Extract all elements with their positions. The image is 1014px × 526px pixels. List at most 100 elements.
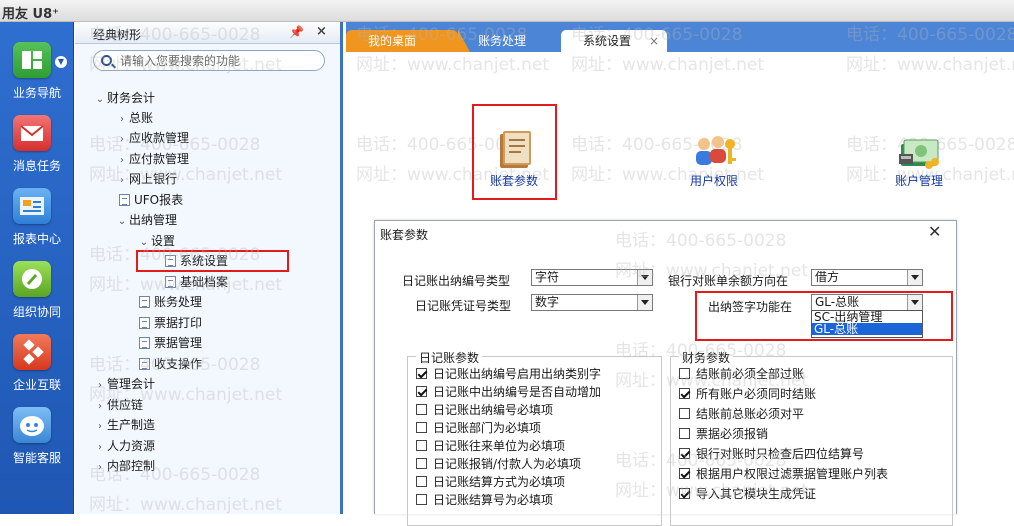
nav-org-collab[interactable]: 组织协同 [0, 261, 74, 331]
collapse-arrow-icon[interactable]: › [93, 417, 107, 437]
function-account-management[interactable]: 账户管理 [879, 128, 959, 218]
tree-item-ufo[interactable]: UFO报表 [119, 190, 183, 210]
nav-business-nav[interactable]: ▼ 业务导航 [0, 42, 74, 112]
document-icon [139, 296, 150, 308]
watermark-text: 电话：400-665-0028 [615, 451, 787, 471]
org-collab-icon [13, 261, 51, 297]
nav-smart-service[interactable]: 智能客服 [0, 407, 74, 477]
collapse-arrow-icon[interactable]: › [93, 438, 107, 458]
document-icon [119, 194, 130, 206]
checkbox[interactable] [416, 386, 427, 397]
tree-item-cashier[interactable]: ⌄ 出纳管理 [115, 210, 177, 230]
nav-message-task[interactable]: 消息任务 [0, 115, 74, 185]
journal-voucher-type-select[interactable]: 数字 [531, 294, 653, 311]
option-journal-5[interactable]: 日记账报销/付款人为必填项 [416, 455, 581, 473]
nav-rail: ▼ 业务导航 消息任务 报表中心 组织协同 企业互联 智能客服 [0, 22, 74, 514]
checkbox[interactable] [679, 408, 690, 419]
tree-item-bill-print[interactable]: 票据打印 [139, 313, 202, 333]
option-finance-3[interactable]: 票据必须报销 [679, 425, 768, 443]
checkbox[interactable] [416, 422, 427, 433]
red-highlight-box [472, 104, 557, 200]
tree-panel: 经典树形 📌 × ⌄财务会计 ›总账 ›应收款管理 ›应付款管理 ›网上银行 U… [75, 22, 343, 515]
nav-label: 企业互联 [12, 378, 61, 392]
expand-arrow-icon[interactable]: ⌄ [115, 212, 129, 232]
chevron-down-icon[interactable]: ▼ [55, 56, 67, 68]
watermark-text: 电话：400-665-0028 [571, 25, 743, 45]
function-label: 账户管理 [894, 174, 943, 188]
option-journal-0[interactable]: 日记账出纳编号启用出纳类别字 [416, 365, 601, 383]
collapse-arrow-icon[interactable]: › [115, 110, 129, 130]
chevron-down-icon[interactable] [637, 295, 652, 310]
watermark-text: 网址：www.chanjet.net [615, 261, 809, 281]
red-highlight-box [695, 291, 953, 341]
function-user-permission[interactable]: 用户权限 [674, 128, 754, 218]
watermark-text: 网址：www.chanjet.net [89, 385, 283, 405]
tree-item-hr[interactable]: › 人力资源 [93, 436, 155, 456]
checkbox[interactable] [416, 494, 427, 505]
tree-item-gl[interactable]: › 总账 [115, 108, 153, 128]
account-params-dialog: 账套参数 ✕ 日记账出纳编号类型 字符 日记账凭证号类型 数字 银行对账单余额方… [374, 220, 957, 526]
function-label: 用户权限 [689, 174, 738, 188]
nav-enterprise-link[interactable]: 企业互联 [0, 334, 74, 404]
watermark-text: 网址：www.chanjet.net [846, 55, 1014, 75]
enterprise-link-icon [13, 334, 51, 370]
expand-arrow-icon[interactable]: ⌄ [93, 90, 107, 110]
message-task-icon [13, 115, 51, 151]
watermark-text: 电话：400-665-0028 [89, 245, 261, 265]
journal-number-type-label: 日记账出纳编号类型 [402, 274, 511, 288]
watermark-text: 网址：www.chanjet.net [89, 275, 283, 295]
watermark-text: 网址：www.chanjet.net [615, 371, 809, 391]
option-journal-3[interactable]: 日记账部门为必填项 [416, 419, 541, 437]
checkbox[interactable] [679, 428, 690, 439]
watermark-text: 网址：www.chanjet.net [356, 55, 550, 75]
watermark-text: 电话：400-665-0028 [615, 341, 787, 361]
watermark-text: 电话：400-665-0028 [89, 25, 261, 45]
smart-service-icon [13, 407, 51, 443]
bank-balance-direction-select[interactable]: 借方 [811, 269, 923, 286]
tree-item-finance[interactable]: ⌄ 财务会计 [93, 88, 155, 108]
watermark-text: 电话：400-665-0028 [89, 355, 261, 375]
option-journal-4[interactable]: 日记账往来单位为必填项 [416, 437, 565, 455]
watermark-text: 网址：www.chanjet.net [571, 55, 765, 75]
checkbox[interactable] [416, 368, 427, 379]
nav-label: 报表中心 [12, 232, 61, 246]
option-journal-2[interactable]: 日记账出纳编号必填项 [416, 401, 553, 419]
nav-label: 业务导航 [12, 86, 61, 100]
document-icon [139, 337, 150, 349]
tree-item-accounting[interactable]: 账务处理 [139, 292, 202, 312]
chevron-down-icon[interactable] [907, 270, 922, 285]
app-title: 用友 U8⁺ [2, 7, 59, 22]
document-icon [139, 317, 150, 329]
checkbox[interactable] [416, 404, 427, 415]
title-bar: 用友 U8⁺ [0, 0, 1014, 22]
checkbox[interactable] [416, 476, 427, 487]
pin-icon[interactable]: 📌 [289, 25, 304, 39]
option-journal-6[interactable]: 日记账结算方式为必填项 [416, 473, 565, 491]
journal-voucher-type-label: 日记账凭证号类型 [415, 299, 512, 313]
watermark-text: 电话：400-665-0028 [846, 25, 1014, 45]
dialog-title: 账套参数 [380, 228, 429, 242]
user-permission-icon [696, 136, 736, 165]
watermark-text: 电话：400-665-0028 [615, 231, 787, 251]
option-journal-7[interactable]: 日记账结算号为必填项 [416, 491, 553, 509]
close-icon[interactable]: ✕ [928, 222, 941, 241]
account-management-icon [899, 139, 939, 169]
business-nav-icon [13, 42, 51, 78]
checkbox[interactable] [416, 440, 427, 451]
watermark-text: 电话：400-665-0028 [89, 465, 261, 485]
watermark-text: 网址：www.chanjet.net [89, 495, 283, 515]
tree-item-manufacturing[interactable]: › 生产制造 [93, 415, 155, 435]
watermark-text: 网址：www.chanjet.net [615, 481, 809, 501]
nav-report-center[interactable]: 报表中心 [0, 188, 74, 258]
close-icon[interactable]: × [316, 24, 327, 39]
group-title: 日记账参数 [416, 349, 483, 366]
nav-label: 智能客服 [12, 451, 61, 465]
nav-label: 消息任务 [12, 159, 61, 173]
app-window: 用友 U8⁺ ▼ 业务导航 消息任务 报表中心 组织协同 企业互联 智能客服 经… [0, 0, 1014, 526]
report-center-icon [13, 188, 51, 224]
watermark-text: 电话：400-665-0028 [356, 25, 528, 45]
option-journal-1[interactable]: 日记账中出纳编号是否自动增加 [416, 383, 601, 401]
option-finance-2[interactable]: 结账前总账必须对平 [679, 405, 804, 423]
main-area: 我的桌面 账务处理 系统设置 × 电话：400-665-0028 网址：www.c… [346, 22, 1014, 526]
checkbox[interactable] [416, 458, 427, 469]
